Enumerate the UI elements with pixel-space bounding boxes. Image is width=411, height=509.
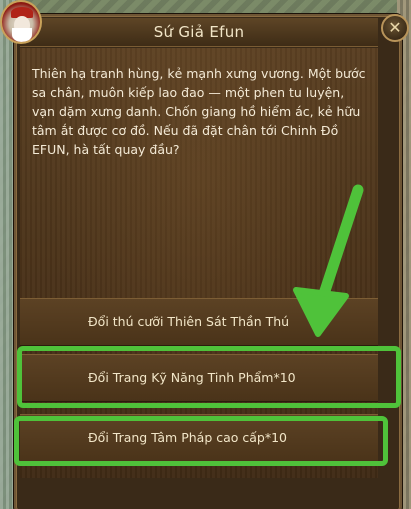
option-exchange-skill-set[interactable]: Đổi Trang Kỹ Năng Tinh Phẩm*10	[20, 354, 378, 402]
dialog-title-bar: Sứ Giả Efun	[20, 18, 378, 47]
option-label: Đổi thú cưỡi Thiên Sát Thần Thú	[88, 314, 290, 329]
option-label: Đổi Trang Tâm Pháp cao cấp*10	[88, 430, 287, 445]
close-button[interactable]: ✕	[381, 14, 409, 42]
option-exchange-mind-set[interactable]: Đổi Trang Tâm Pháp cao cấp*10	[20, 414, 378, 464]
option-label: Đổi Trang Kỹ Năng Tinh Phẩm*10	[88, 370, 296, 385]
close-icon: ✕	[388, 18, 402, 37]
option-exchange-mount[interactable]: Đổi thú cưỡi Thiên Sát Thần Thú	[20, 298, 378, 346]
npc-message: Thiên hạ tranh hùng, kẻ mạnh xưng vương.…	[32, 66, 366, 157]
game-scene: Sứ Giả Efun ✕ Thiên hạ tranh hùng, kẻ mạ…	[0, 0, 411, 509]
sage-avatar-icon	[0, 0, 42, 44]
dialog-title: Sứ Giả Efun	[153, 23, 245, 41]
avatar-beard	[12, 28, 32, 42]
